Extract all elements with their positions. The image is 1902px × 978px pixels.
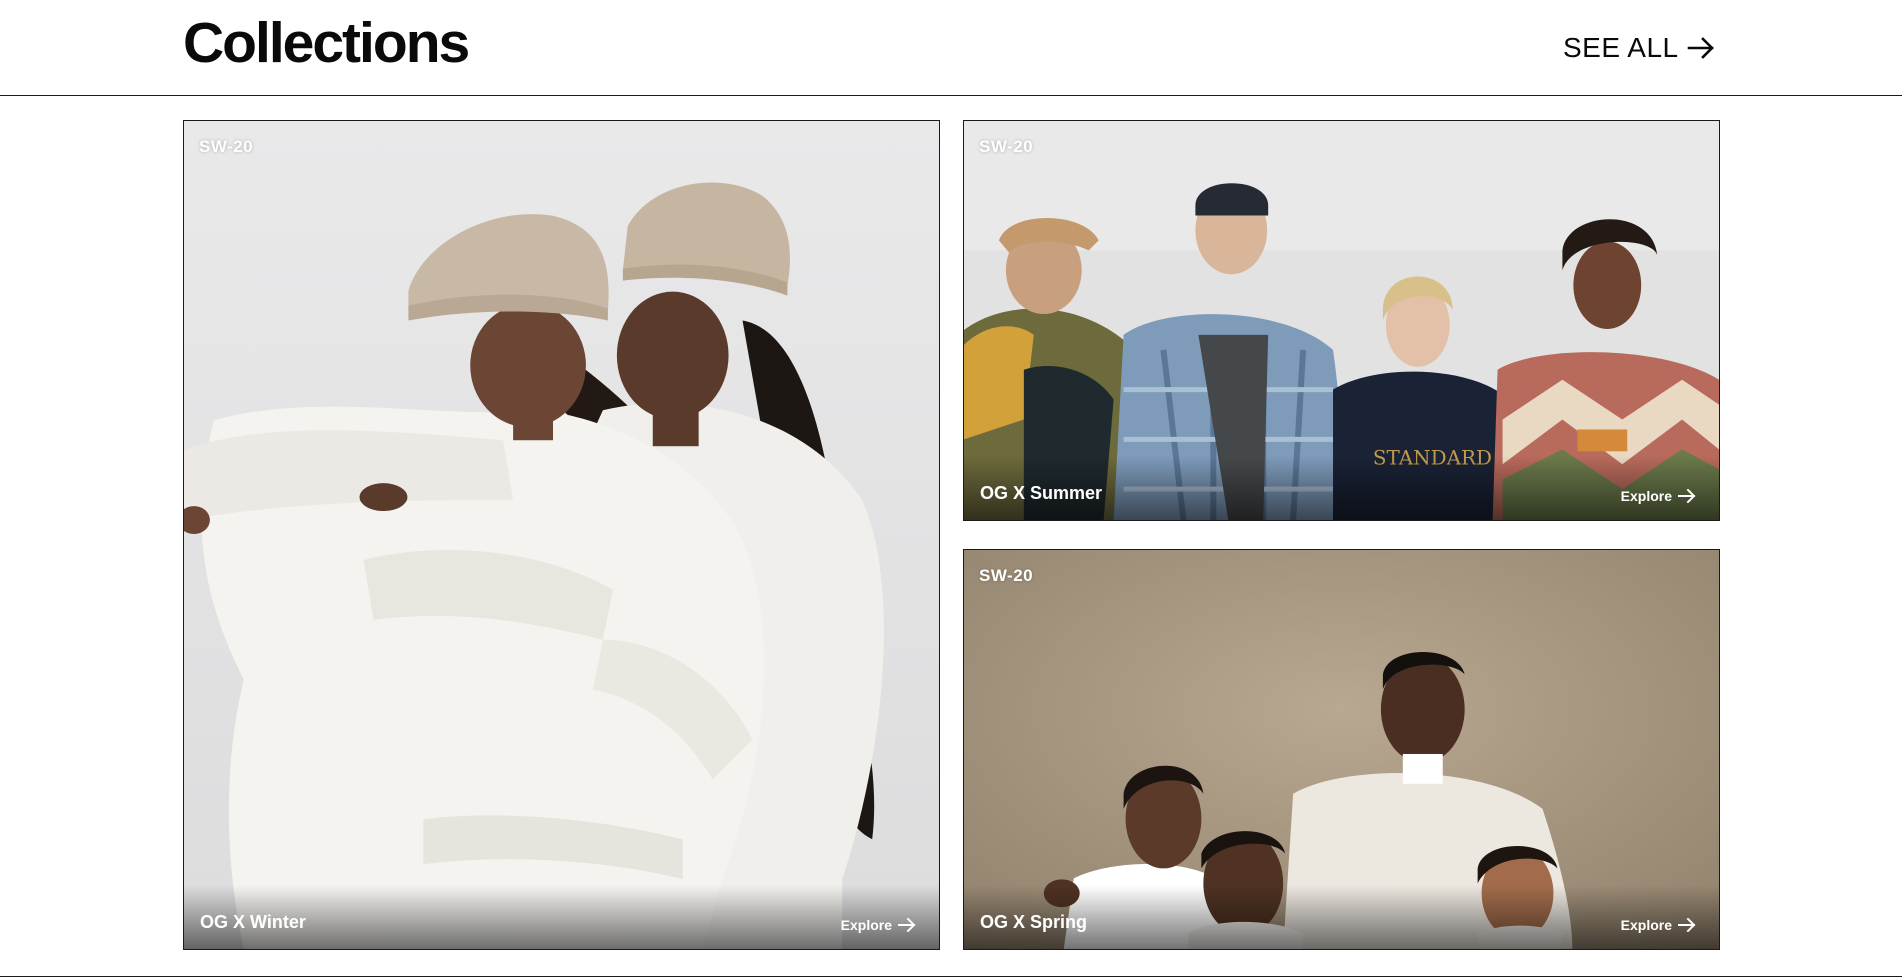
explore-link[interactable]: Explore bbox=[1621, 917, 1696, 933]
section-header: Collections SEE ALL bbox=[0, 0, 1902, 96]
explore-link[interactable]: Explore bbox=[841, 917, 916, 933]
collection-footer: OG X Summer Explore bbox=[964, 456, 1719, 520]
collection-name: OG X Spring bbox=[980, 912, 1088, 932]
arrow-right-icon bbox=[898, 918, 916, 932]
see-all-label: SEE ALL bbox=[1563, 32, 1679, 63]
explore-label: Explore bbox=[840, 917, 892, 933]
section-divider bbox=[0, 976, 1902, 977]
arrow-right-icon bbox=[1678, 918, 1696, 932]
collection-image-winter bbox=[184, 121, 939, 949]
collection-name: OG X Summer bbox=[980, 483, 1103, 503]
collection-footer: OG X Spring Explore bbox=[964, 885, 1719, 949]
explore-label: Explore bbox=[1620, 488, 1672, 504]
explore-label: Explore bbox=[1620, 917, 1672, 933]
see-all-link[interactable]: SEE ALL bbox=[1563, 30, 1715, 66]
collection-tag: SW-20 bbox=[979, 566, 1034, 585]
page-title: Collections bbox=[183, 11, 470, 75]
collection-name: OG X Winter bbox=[200, 912, 306, 932]
collection-tag: SW-20 bbox=[199, 137, 254, 156]
collection-tag: SW-20 bbox=[979, 137, 1034, 156]
collection-footer: OG X Winter Explore bbox=[184, 885, 939, 949]
collection-card-spring[interactable]: SW-20 OG X Spring Explore bbox=[963, 549, 1720, 950]
arrow-right-icon bbox=[1678, 489, 1696, 503]
collection-card-winter[interactable]: SW-20 OG X Winter Explore bbox=[183, 120, 940, 950]
explore-link[interactable]: Explore bbox=[1621, 488, 1696, 504]
collections-page: Collections SEE ALL SW-20 OG X Winter Ex… bbox=[0, 0, 1902, 978]
collection-card-summer[interactable]: STANDARD SW-20 OG X Summer Explore bbox=[963, 120, 1720, 521]
arrow-right-icon bbox=[1687, 36, 1715, 60]
